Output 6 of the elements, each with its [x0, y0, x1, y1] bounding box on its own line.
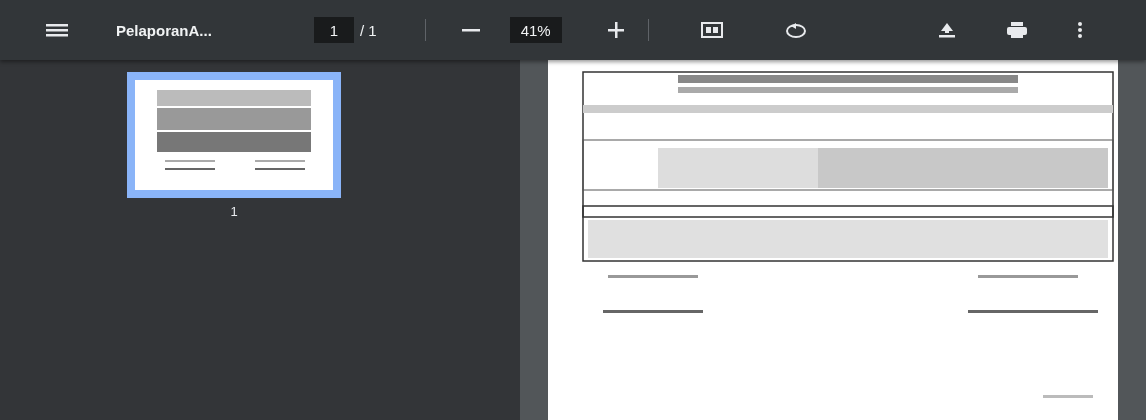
page-number-field[interactable]: 1 — [314, 17, 354, 43]
document-title: PelaporanA... — [116, 21, 213, 39]
zoom-field[interactable]: 41% — [509, 17, 562, 43]
page-total: / 1 — [360, 21, 377, 39]
page-thumbnail[interactable] — [127, 72, 341, 198]
page-label: 1 — [230, 204, 238, 219]
